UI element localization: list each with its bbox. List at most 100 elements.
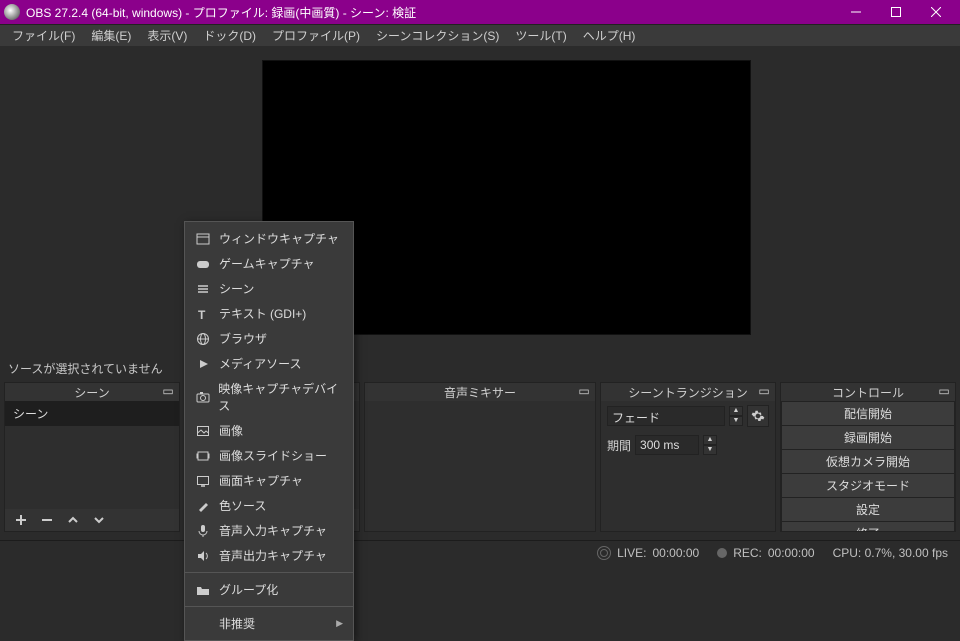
add-source-context-menu: ウィンドウキャプチャゲームキャプチャシーン T テキスト (GDI+) ブラウザメディ… — [184, 221, 354, 641]
move-down-button[interactable] — [89, 511, 109, 529]
popout-icon[interactable]: ▭ — [161, 384, 175, 398]
popout-icon[interactable]: ▭ — [937, 384, 951, 398]
context-menu-item[interactable]: グループ化 — [185, 577, 353, 602]
start-stream-button[interactable]: 配信開始 — [781, 401, 955, 426]
context-menu-label: 画面キャプチャ — [219, 472, 303, 489]
scenes-list[interactable]: シーン — [5, 401, 179, 509]
add-scene-button[interactable] — [11, 511, 31, 529]
mixer-body — [365, 401, 595, 531]
mixer-header: 音声ミキサー▭ — [365, 383, 595, 401]
controls-header: コントロール▭ — [781, 383, 955, 401]
controls-panel: コントロール▭ 配信開始 録画開始 仮想カメラ開始 スタジオモード 設定 終了 — [780, 382, 956, 532]
transition-select[interactable]: フェード — [607, 406, 725, 426]
duration-input[interactable]: 300 ms — [635, 435, 699, 455]
window-icon — [195, 231, 211, 247]
transitions-body: フェード ▲▼ 期間 300 ms ▲▼ — [601, 401, 775, 531]
brush-icon — [195, 498, 211, 514]
context-menu-label: 画像 — [219, 422, 243, 439]
context-menu-item[interactable]: 色ソース — [185, 493, 353, 518]
popout-icon[interactable]: ▭ — [577, 384, 591, 398]
globe-icon — [195, 331, 211, 347]
list-icon — [195, 281, 211, 297]
transition-settings-button[interactable] — [747, 405, 769, 427]
menu-file[interactable]: ファイル(F) — [4, 25, 83, 46]
audio-mixer-panel: 音声ミキサー▭ — [364, 382, 596, 532]
gamepad-icon — [195, 256, 211, 272]
menu-profile[interactable]: プロファイル(P) — [264, 25, 368, 46]
menubar: ファイル(F) 編集(E) 表示(V) ドック(D) プロファイル(P) シーン… — [0, 24, 960, 46]
context-menu-item[interactable]: メディアソース — [185, 351, 353, 376]
menu-dock[interactable]: ドック(D) — [195, 25, 264, 46]
broadcast-icon — [597, 546, 611, 560]
camera-icon — [195, 389, 210, 405]
context-menu-label: 音声出力キャプチャ — [219, 547, 327, 564]
close-button[interactable] — [916, 0, 956, 24]
submenu-arrow-icon: ▶ — [336, 618, 343, 629]
context-menu-label: 映像キャプチャデバイス — [218, 380, 343, 414]
context-menu-label: ゲームキャプチャ — [219, 255, 315, 272]
studio-mode-button[interactable]: スタジオモード — [781, 474, 955, 498]
scene-row[interactable]: シーン — [5, 401, 179, 426]
status-rec: REC: 00:00:00 — [717, 546, 814, 560]
context-menu-label: メディアソース — [219, 355, 302, 372]
context-menu-item[interactable]: 画像スライドショー — [185, 443, 353, 468]
window-title: OBS 27.2.4 (64-bit, windows) - プロファイル: 録… — [26, 4, 836, 21]
content-area: ソースが選択されていません シーン▭ シーン ソース▭ — [0, 46, 960, 540]
mic-icon — [195, 523, 211, 539]
context-menu-item[interactable]: 画像 — [185, 418, 353, 443]
context-menu-item[interactable]: 音声出力キャプチャ — [185, 543, 353, 568]
menu-tools[interactable]: ツール(T) — [507, 25, 574, 46]
start-record-button[interactable]: 録画開始 — [781, 426, 955, 450]
status-live: LIVE: 00:00:00 — [597, 546, 699, 560]
app-logo-icon — [4, 4, 20, 20]
menu-edit[interactable]: 編集(E) — [83, 25, 139, 46]
context-menu-label: ウィンドウキャプチャ — [219, 230, 339, 247]
remove-scene-button[interactable] — [37, 511, 57, 529]
folder-icon — [195, 582, 211, 598]
context-menu-label: テキスト (GDI+) — [219, 305, 306, 322]
context-menu-item[interactable]: T テキスト (GDI+) — [185, 301, 353, 326]
context-menu-label: ブラウザ — [219, 330, 267, 347]
controls-body: 配信開始 録画開始 仮想カメラ開始 スタジオモード 設定 終了 — [781, 401, 955, 531]
scenes-panel: シーン▭ シーン — [4, 382, 180, 532]
minimize-button[interactable] — [836, 0, 876, 24]
maximize-button[interactable] — [876, 0, 916, 24]
record-dot-icon — [717, 548, 727, 558]
svg-text:T: T — [198, 308, 206, 321]
context-menu-label: 非推奨 — [219, 615, 255, 632]
context-menu-item[interactable]: ウィンドウキャプチャ — [185, 226, 353, 251]
status-cpu: CPU: 0.7%, 30.00 fps — [833, 546, 948, 560]
separator — [185, 606, 353, 607]
separator — [185, 572, 353, 573]
duration-label: 期間 — [607, 437, 631, 454]
no-source-label: ソースが選択されていません — [8, 360, 163, 377]
transitions-panel: シーントランジション▭ フェード ▲▼ 期間 300 ms ▲▼ — [600, 382, 776, 532]
settings-button[interactable]: 設定 — [781, 498, 955, 522]
move-up-button[interactable] — [63, 511, 83, 529]
transition-select-stepper: ▲▼ — [729, 406, 743, 426]
image-icon — [195, 423, 211, 439]
context-menu-item[interactable]: ゲームキャプチャ — [185, 251, 353, 276]
context-menu-item[interactable]: 音声入力キャプチャ — [185, 518, 353, 543]
transitions-header: シーントランジション▭ — [601, 383, 775, 401]
blank-icon — [195, 616, 211, 632]
play-icon — [195, 356, 211, 372]
context-menu-item[interactable]: 画面キャプチャ — [185, 468, 353, 493]
context-menu-label: 音声入力キャプチャ — [219, 522, 327, 539]
popout-icon[interactable]: ▭ — [757, 384, 771, 398]
menu-view[interactable]: 表示(V) — [139, 25, 195, 46]
scenes-header: シーン▭ — [5, 383, 179, 401]
exit-button[interactable]: 終了 — [781, 522, 955, 531]
context-menu-item[interactable]: ブラウザ — [185, 326, 353, 351]
scenes-toolbar — [5, 509, 179, 531]
slideshow-icon — [195, 448, 211, 464]
start-virtualcam-button[interactable]: 仮想カメラ開始 — [781, 450, 955, 474]
context-menu-item[interactable]: 映像キャプチャデバイス — [185, 376, 353, 418]
context-menu-item[interactable]: 非推奨 ▶ — [185, 611, 353, 636]
menu-scenecollection[interactable]: シーンコレクション(S) — [368, 25, 507, 46]
duration-stepper: ▲▼ — [703, 435, 717, 455]
menu-help[interactable]: ヘルプ(H) — [575, 25, 644, 46]
statusbar: LIVE: 00:00:00 REC: 00:00:00 CPU: 0.7%, … — [0, 540, 960, 564]
context-menu-item[interactable]: シーン — [185, 276, 353, 301]
context-menu-label: グループ化 — [219, 581, 278, 598]
